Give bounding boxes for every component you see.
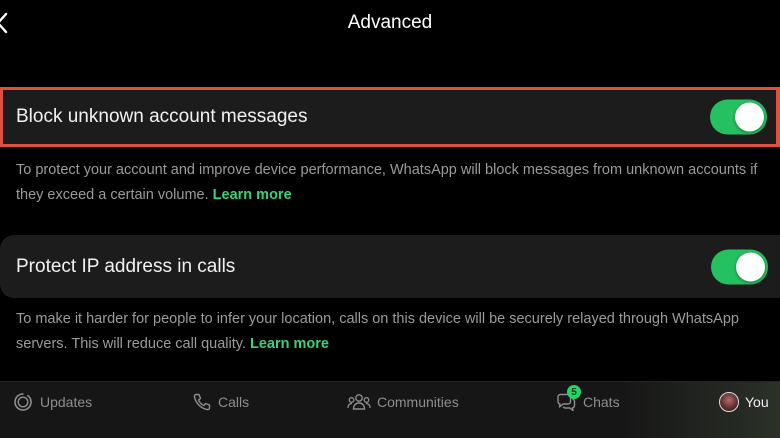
tab-communities[interactable]: Communities (347, 391, 459, 413)
description-text: To make it harder for people to infer yo… (16, 311, 739, 352)
header: Advanced (0, 0, 780, 50)
page-title: Advanced (347, 12, 433, 33)
phone-icon (193, 393, 211, 411)
learn-more-link[interactable]: Learn more (213, 187, 292, 203)
tab-updates[interactable]: Updates (12, 391, 92, 413)
setting-label: Block unknown account messages (16, 106, 308, 127)
protect-ip-toggle[interactable] (711, 249, 768, 284)
updates-icon (14, 393, 32, 411)
tab-label: Updates (40, 394, 93, 410)
toggle-knob (735, 102, 764, 132)
communities-icon (347, 394, 371, 410)
learn-more-link[interactable]: Learn more (250, 336, 329, 352)
tab-bar: Updates Calls Communities 5 Chats You (0, 381, 780, 438)
toggle-knob (736, 252, 765, 281)
setting-description: To protect your account and improve devi… (16, 158, 771, 208)
setting-description: To make it harder for people to infer yo… (16, 307, 771, 357)
setting-row-protect-ip[interactable]: Protect IP address in calls (0, 235, 780, 298)
setting-row-block-unknown[interactable]: Block unknown account messages (0, 87, 780, 147)
tab-label: You (745, 394, 769, 410)
tab-label: Calls (218, 394, 250, 410)
tab-you[interactable]: You (719, 391, 769, 413)
tab-label: Chats (583, 394, 620, 410)
tab-chats[interactable]: 5 Chats (555, 385, 620, 413)
setting-label: Protect IP address in calls (16, 255, 236, 277)
tab-calls[interactable]: Calls (192, 391, 249, 413)
description-text: To protect your account and improve devi… (16, 162, 758, 203)
avatar (719, 392, 739, 412)
block-unknown-toggle[interactable] (710, 99, 767, 135)
unread-badge: 5 (567, 385, 581, 399)
tab-label: Communities (377, 394, 459, 410)
